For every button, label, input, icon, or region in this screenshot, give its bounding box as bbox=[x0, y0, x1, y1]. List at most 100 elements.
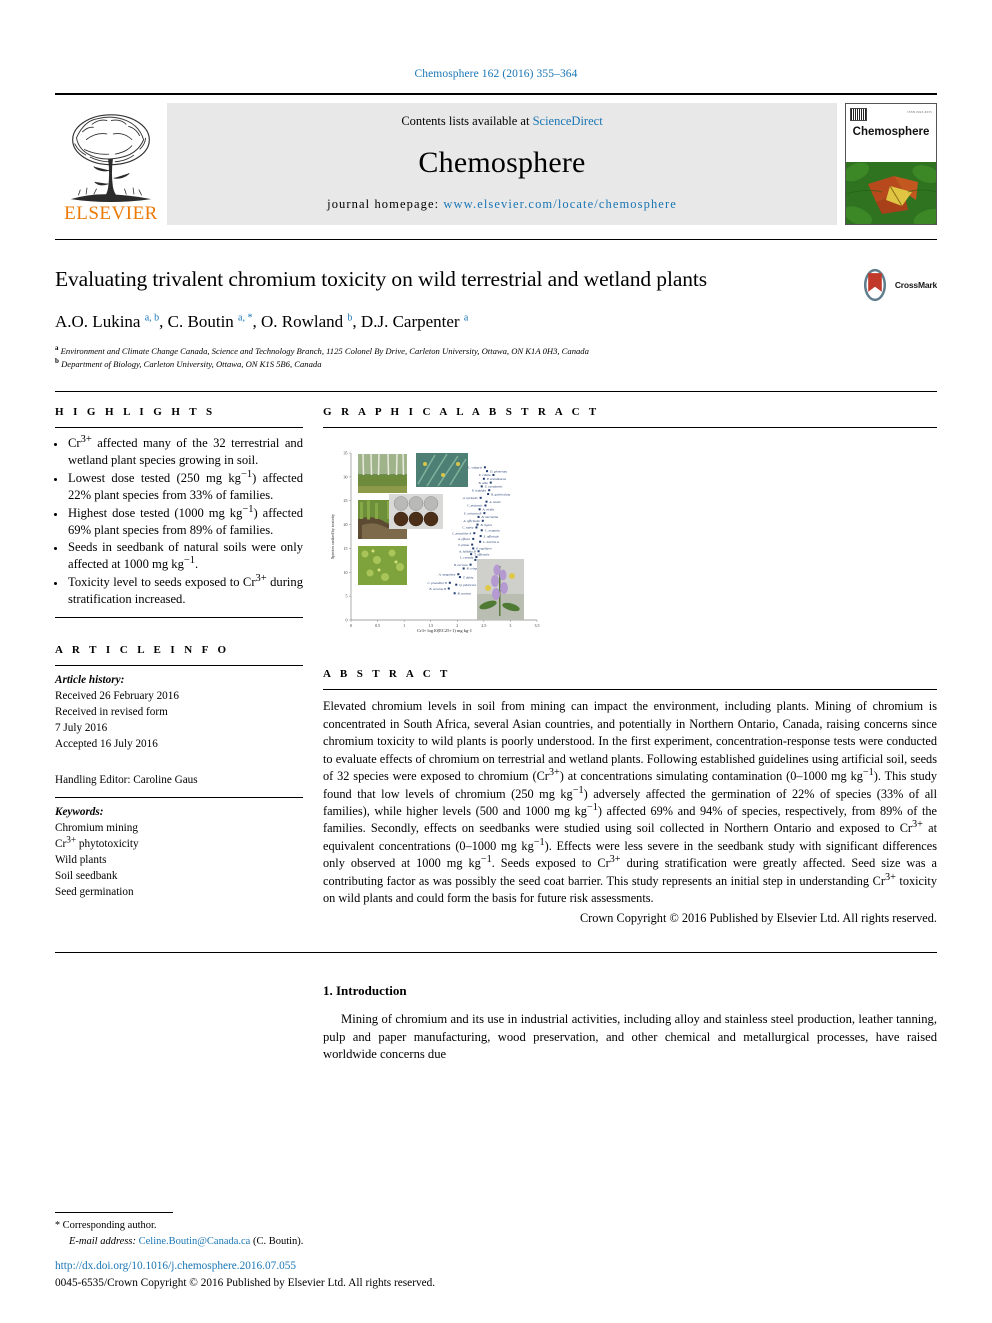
crossmark-label: CrossMark bbox=[894, 280, 937, 290]
data-point-label: A. sanguinea bbox=[438, 573, 456, 577]
keywords-block: Keywords: Chromium mining Cr3+ phytotoxi… bbox=[55, 804, 303, 900]
revised-date: 7 July 2016 bbox=[55, 722, 108, 735]
data-point bbox=[472, 538, 475, 541]
section-divider-bottom bbox=[55, 951, 937, 953]
data-point-label: A. tenuis bbox=[489, 500, 502, 504]
data-point bbox=[483, 466, 486, 469]
email-owner: (C. Boutin). bbox=[252, 1235, 304, 1247]
contents-list-line: Contents lists available at ScienceDirec… bbox=[401, 114, 602, 129]
sciencedirect-link[interactable]: ScienceDirect bbox=[533, 114, 603, 128]
data-point-label: C. praealtior A bbox=[452, 532, 471, 536]
y-axis-label: Species ranked by toxicity bbox=[330, 513, 335, 559]
contents-prefix: Contents lists available at bbox=[401, 114, 533, 128]
svg-text:0: 0 bbox=[346, 618, 348, 623]
photo-petri-dishes bbox=[389, 494, 443, 530]
highlights-box: Cr3+ affected many of the 32 terrestrial… bbox=[55, 434, 303, 618]
journal-title: Chemosphere bbox=[418, 146, 586, 179]
data-point bbox=[453, 592, 456, 595]
corresponding-author-line: * Corresponding author. bbox=[55, 1218, 455, 1234]
svg-text:2: 2 bbox=[456, 623, 458, 628]
elsevier-wordmark: ELSEVIER bbox=[64, 203, 158, 224]
svg-text:5: 5 bbox=[346, 594, 348, 599]
svg-text:3: 3 bbox=[509, 623, 511, 628]
graphical-abstract-figure: 0 0.5 1 1.5 2 2.5 3 3.5 0 5 10 15 20 25 30 35 L. vulgar… bbox=[323, 440, 937, 638]
data-point bbox=[475, 556, 478, 559]
data-point bbox=[482, 478, 485, 481]
data-point bbox=[485, 500, 488, 503]
journal-band: Contents lists available at ScienceDirec… bbox=[167, 103, 837, 225]
corresponding-author-text: Corresponding author. bbox=[62, 1220, 157, 1232]
body-column-left bbox=[55, 983, 303, 1065]
affiliation-b-text: Department of Biology, Carleton Universi… bbox=[61, 358, 322, 369]
data-point bbox=[477, 516, 480, 519]
affiliation-a: a Environment and Climate Change Canada,… bbox=[55, 343, 589, 356]
affiliation-a-text: Environment and Climate Change Canada, S… bbox=[60, 345, 589, 356]
svg-text:20: 20 bbox=[344, 522, 348, 527]
data-point-label: C. scoparia bbox=[485, 529, 500, 533]
data-point-label: L. cuneata bbox=[459, 556, 474, 560]
data-point bbox=[469, 563, 472, 566]
data-point bbox=[484, 504, 487, 507]
data-point bbox=[478, 508, 481, 511]
svg-text:10: 10 bbox=[344, 570, 348, 575]
article-info-heading: A R T I C L E I N F O bbox=[55, 643, 230, 656]
data-point bbox=[492, 474, 495, 477]
data-point-label: D. glomerata bbox=[489, 470, 507, 474]
abstract-heading: A B S T R A C T bbox=[323, 668, 451, 681]
svg-text:0: 0 bbox=[350, 623, 352, 628]
data-point-label: L. inermis A bbox=[482, 540, 499, 544]
svg-text:15: 15 bbox=[344, 546, 348, 551]
svg-text:1.5: 1.5 bbox=[428, 623, 433, 628]
highlights-and-graphical-abstract: H I G H L I G H T S Cr3+ affected many o… bbox=[55, 392, 937, 925]
crossmark-icon bbox=[863, 268, 886, 302]
abstract-section: A B S T R A C T Elevated chromium levels… bbox=[323, 668, 937, 925]
data-point-label: A. hyemalis bbox=[462, 496, 479, 500]
data-point-label: T. dubia bbox=[463, 576, 474, 580]
data-point-label: B. micrantha bbox=[482, 515, 499, 519]
journal-homepage-line: journal homepage: www.elsevier.com/locat… bbox=[327, 197, 677, 212]
keywords-rule: Keywords: Chromium mining Cr3+ phytotoxi… bbox=[55, 797, 303, 900]
list-item: Seeds in seedbank of natural soils were … bbox=[66, 539, 303, 573]
data-point-label: B. nervosa bbox=[454, 563, 468, 567]
cover-leaf-illustration bbox=[846, 161, 936, 224]
elsevier-logo: ELSEVIER bbox=[55, 103, 167, 225]
received-date: Received 26 February 2016 bbox=[55, 690, 179, 702]
introduction-section: 1. Introduction Mining of chromium and i… bbox=[323, 983, 937, 1065]
svg-text:0.5: 0.5 bbox=[375, 623, 380, 628]
data-point-label: B. nervosa B bbox=[429, 587, 445, 591]
cover-artwork bbox=[846, 161, 936, 224]
data-point-label: S. officinale bbox=[484, 535, 500, 539]
highlights-list: Cr3+ affected many of the 32 terrestrial… bbox=[55, 434, 303, 608]
list-item: Highest dose tested (1000 mg kg−1) affec… bbox=[66, 504, 303, 539]
running-head: Chemosphere 162 (2016) 355–364 bbox=[414, 68, 578, 80]
data-point bbox=[447, 587, 450, 590]
data-point bbox=[487, 493, 490, 496]
species-toxicity-scatter-chart: 0 0.5 1 1.5 2 2.5 3 3.5 0 5 10 15 20 25 30 35 L. vulgar… bbox=[330, 451, 540, 634]
data-point bbox=[462, 567, 465, 570]
graphical-abstract-heading: G R A P H I C A L A B S T R A C T bbox=[323, 406, 600, 419]
data-point bbox=[481, 519, 484, 522]
homepage-link[interactable]: www.elsevier.com/locate/chemosphere bbox=[443, 197, 676, 211]
data-point-label: C. sativa bbox=[462, 526, 474, 530]
data-point-label: E. urticaria B bbox=[463, 512, 482, 516]
graphical-abstract-section: G R A P H I C A L A B S T R A C T 0 0.5 1 1… bbox=[323, 406, 937, 638]
email-link[interactable]: Celine.Boutin@Canada.ca bbox=[139, 1236, 251, 1247]
cover-top: ISSN 0045-6535 Chemosphere bbox=[846, 104, 936, 162]
crossmark-badge[interactable]: CrossMark bbox=[858, 268, 937, 302]
doi-link[interactable]: http://dx.doi.org/10.1016/j.chemosphere.… bbox=[55, 1258, 435, 1274]
svg-text:2.5: 2.5 bbox=[481, 623, 486, 628]
keyword-item: Cr3+ phytotoxicity bbox=[55, 835, 139, 851]
page-title: Evaluating trivalent chromium toxicity o… bbox=[55, 267, 708, 291]
data-point bbox=[480, 529, 483, 532]
data-point-label: L. vulgaris bbox=[467, 466, 483, 470]
data-point-label: P. capillaris bbox=[475, 547, 492, 551]
article-history-label: Article history: bbox=[55, 673, 125, 686]
issn-copyright-line: 0045-6535/Crown Copyright © 2016 Publish… bbox=[55, 1276, 436, 1289]
crossmark-badge-wrap[interactable]: CrossMark bbox=[851, 266, 937, 371]
data-point-label: A. latifolia B bbox=[458, 550, 475, 554]
data-point-label: C. praealtior B bbox=[427, 581, 446, 585]
data-point bbox=[458, 576, 461, 579]
homepage-prefix: journal homepage: bbox=[327, 197, 444, 211]
photo-flowering-plant bbox=[477, 559, 524, 621]
